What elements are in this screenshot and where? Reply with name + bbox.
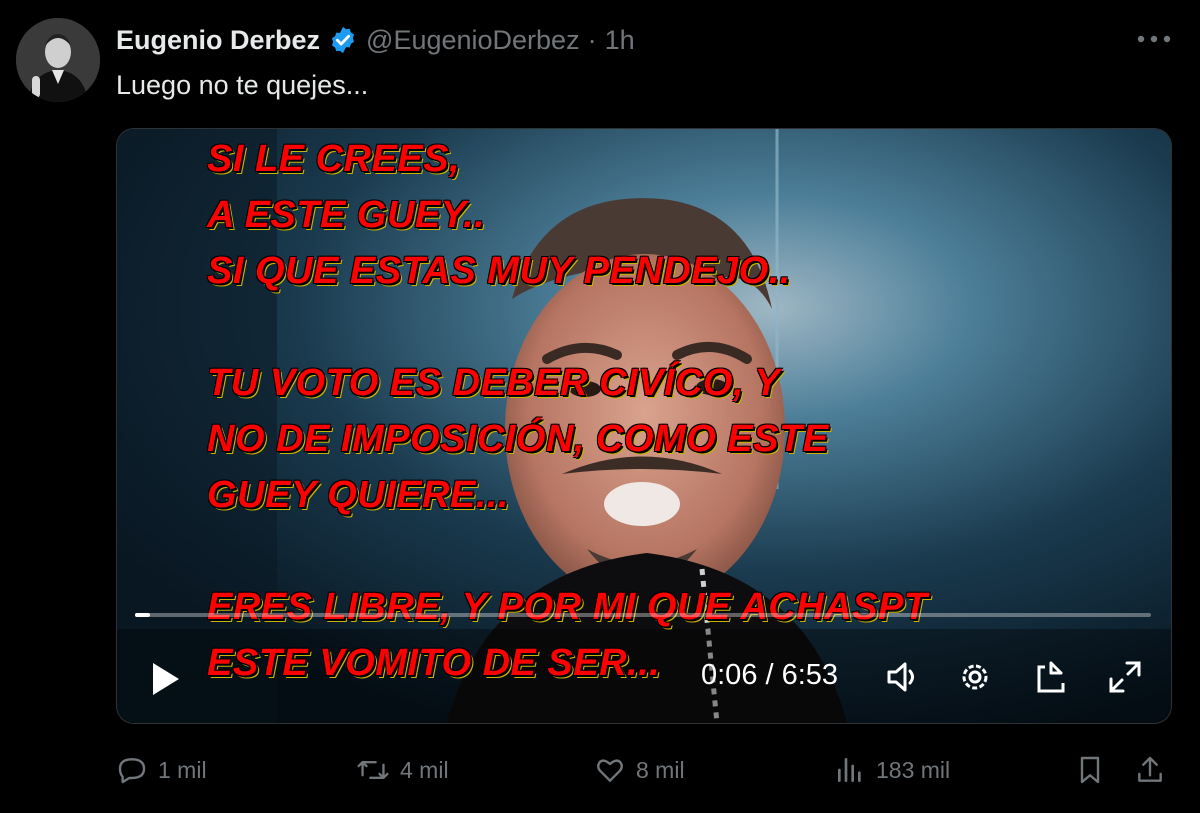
views-chart-icon [838,758,861,782]
overlay-line: SI LE CREES, [207,138,461,180]
share-icon [1138,756,1162,782]
fullscreen-icon[interactable] [1105,657,1145,697]
picture-in-picture-icon[interactable] [1031,657,1071,697]
views-button[interactable]: 183 mil [834,748,950,792]
overlay-line [207,299,928,355]
repost-button[interactable]: 4 mil [356,748,449,792]
overlay-line: ERES LIBRE, Y POR MI QUE ACHASPT [207,586,928,628]
separator-dot: · [587,24,597,55]
overlay-line: TU VOTO ES DEBER CIVÍCO, Y [207,362,781,404]
like-button[interactable]: 8 mil [594,748,685,792]
like-count: 8 mil [636,756,685,783]
bookmark-icon [1080,756,1100,784]
repost-icon [357,760,389,780]
overlay-line: A ESTE GUEY.. [207,194,486,236]
video-progress-fill [135,613,151,617]
reply-button[interactable]: 1 mil [116,748,207,792]
tweet: Eugenio Derbez @EugenioDerbez · 1h Luego… [0,0,1200,813]
video-player[interactable]: SI LE CREES, A ESTE GUEY.. SI QUE ESTAS … [116,128,1172,724]
overlay-line: NO DE IMPOSICIÓN, COMO ESTE [207,418,829,460]
video-caption-overlay: SI LE CREES, A ESTE GUEY.. SI QUE ESTAS … [207,131,928,691]
bookmark-button[interactable] [1074,748,1106,792]
settings-gear-icon[interactable] [955,657,995,697]
overlay-line: GUEY QUIERE... [207,474,509,516]
overlay-line [207,523,928,579]
video-progress-bar[interactable] [135,613,1151,617]
views-count: 183 mil [876,756,951,783]
tweet-header: Eugenio Derbez @EugenioDerbez · 1h [116,22,635,58]
tweet-action-bar: 1 mil 4 mil 8 mil 183 mil [116,748,1176,792]
reply-icon [118,758,146,784]
video-time-display: 0:06 / 6:53 [701,659,839,691]
author-name[interactable]: Eugenio Derbez [116,25,320,56]
overlay-line: SI QUE ESTAS MUY PENDEJO.. [207,250,791,292]
volume-icon[interactable] [883,657,923,697]
more-options-icon[interactable] [1134,24,1174,54]
reply-count: 1 mil [158,756,207,783]
tweet-text: Luego no te quejes... [116,70,369,100]
share-button[interactable] [1134,748,1166,792]
timestamp[interactable]: 1h [605,25,635,56]
author-handle[interactable]: @EugenioDerbez [366,25,580,56]
like-heart-icon [597,759,623,782]
avatar[interactable] [16,18,100,102]
verified-badge-icon [328,25,358,55]
play-icon[interactable] [145,659,185,699]
repost-count: 4 mil [400,756,449,783]
